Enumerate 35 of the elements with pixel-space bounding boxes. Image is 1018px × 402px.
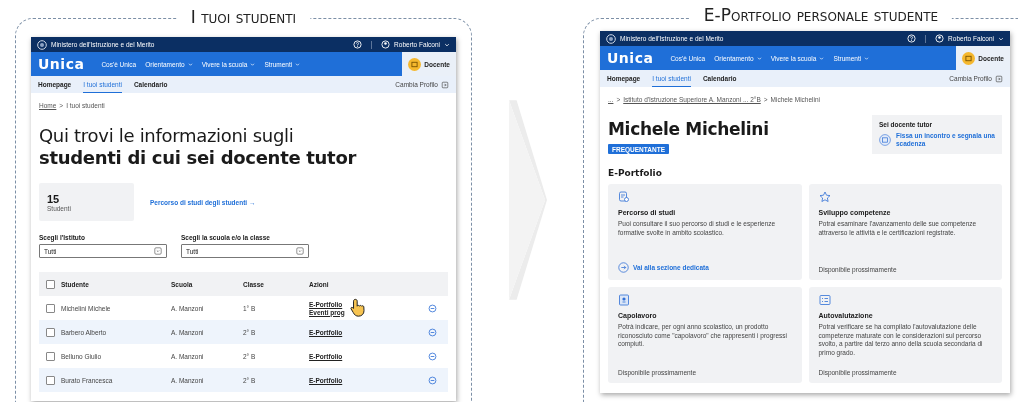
emblem-icon [37,39,47,50]
checkbox[interactable] [46,303,55,313]
user-icon[interactable] [935,34,945,43]
calendar-icon [879,134,891,146]
collapse-icon[interactable] [428,351,437,361]
checkbox[interactable] [46,327,55,337]
switch-icon[interactable] [995,74,1003,83]
section-heading: E-Portfolio [608,168,663,178]
student-name: Michele Michelini [608,119,769,139]
emblem-icon [606,33,616,44]
help-icon[interactable] [907,34,917,43]
checkbox[interactable] [46,351,55,361]
star-icon [818,191,831,203]
dropdown-icon[interactable] [296,247,304,255]
avatar-icon[interactable] [962,51,976,65]
award-icon [618,294,630,306]
page-heading: Qui trovi le informazioni sugli studenti di cui sei docente tutor [39,125,358,169]
stat-value: 15 [47,192,61,205]
collapse-icon[interactable] [428,327,437,337]
collapse-icon[interactable] [428,303,437,313]
checklist-icon [818,294,831,306]
user-icon[interactable] [381,40,391,49]
avatar-icon[interactable] [408,57,422,71]
document-icon [618,191,630,203]
arrow-right-icon[interactable] [618,262,629,273]
chevron-down-icon[interactable] [444,41,450,48]
checkbox[interactable] [46,375,55,385]
dropdown-icon[interactable] [154,247,162,255]
logo[interactable]: Unica [607,50,654,66]
chevron-down-icon[interactable] [998,35,1004,42]
logo[interactable]: Unica [38,56,85,72]
switch-icon[interactable] [441,80,449,89]
help-icon[interactable] [353,40,363,49]
collapse-icon[interactable] [428,375,437,385]
checkbox[interactable] [46,279,55,289]
